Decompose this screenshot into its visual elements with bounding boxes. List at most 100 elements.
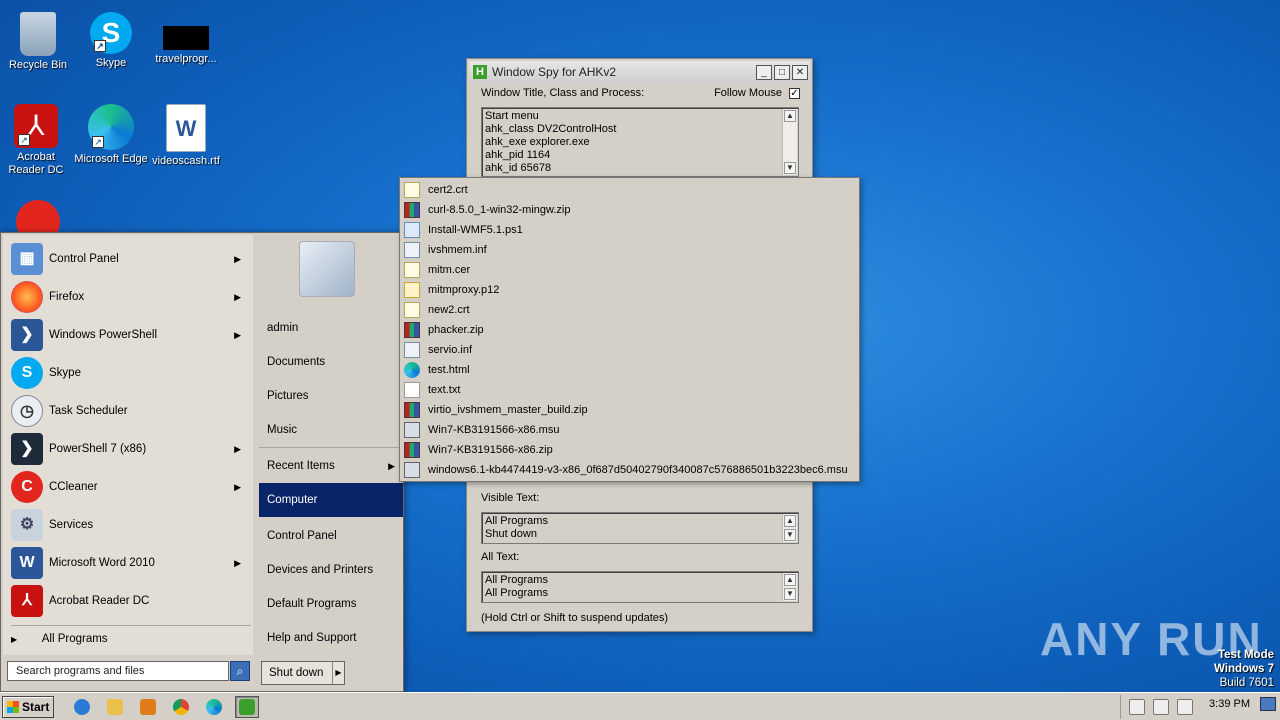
recent-item[interactable]: servio.inf xyxy=(400,340,859,360)
program-control-panel[interactable]: ▦ Control Panel ▶ xyxy=(11,241,249,277)
taskbar-media-player[interactable] xyxy=(136,696,160,718)
program-label: Skype xyxy=(49,367,81,379)
user-picture[interactable] xyxy=(299,241,355,297)
program-acrobat-reader[interactable]: ⅄ Acrobat Reader DC xyxy=(11,583,249,619)
recent-item[interactable]: mitm.cer xyxy=(400,260,859,280)
recent-item[interactable]: windows6.1-kb4474419-v3-x86_0f687d504027… xyxy=(400,460,859,480)
recent-item-name: Win7-KB3191566-x86.msu xyxy=(428,424,560,436)
place-user-folder[interactable]: admin xyxy=(259,313,403,343)
follow-mouse-checkbox[interactable]: ✓ xyxy=(789,87,800,99)
follow-mouse-option[interactable]: Follow Mouse ✓ xyxy=(714,87,800,99)
search-icon[interactable]: ⌕ xyxy=(230,661,250,681)
action-center-flag-icon[interactable] xyxy=(1177,699,1193,715)
place-label: Help and Support xyxy=(267,632,357,644)
search-input[interactable]: Search programs and files xyxy=(7,661,229,681)
window-title-bar[interactable]: H Window Spy for AHKv2 _ □ ✕ xyxy=(469,61,810,83)
clock-icon: ◷ xyxy=(11,395,43,427)
recent-item-name: ivshmem.inf xyxy=(428,244,487,256)
recent-item[interactable]: Install-WMF5.1.ps1 xyxy=(400,220,859,240)
scrollbar[interactable]: ▲ ▼ xyxy=(782,109,797,175)
system-tray xyxy=(1120,695,1280,719)
place-recent-items[interactable]: Recent Items ▶ xyxy=(259,451,403,481)
recent-item[interactable]: Win7-KB3191566-x86.msu xyxy=(400,420,859,440)
desktop-icon-label: Recycle Bin xyxy=(8,59,68,71)
program-services[interactable]: ⚙ Services xyxy=(11,507,249,543)
place-control-panel[interactable]: Control Panel xyxy=(259,521,403,551)
clock[interactable]: 3:39 PM xyxy=(1209,698,1250,710)
all-programs-button[interactable]: ▶ All Programs xyxy=(11,633,108,645)
desktop-icon-videoscash[interactable]: W videoscash.rtf xyxy=(148,104,224,168)
ahk-app-icon: H xyxy=(473,65,487,79)
zip-archive-icon xyxy=(404,202,420,218)
place-label: Recent Items xyxy=(267,460,335,472)
place-label: admin xyxy=(267,322,299,334)
place-help-support[interactable]: Help and Support xyxy=(259,623,403,653)
place-documents[interactable]: Documents xyxy=(259,347,403,377)
shortcut-arrow-icon: ↗ xyxy=(18,134,30,146)
visible-text-box[interactable]: All Programs Shut down ▲ ▼ xyxy=(481,512,799,544)
recent-item[interactable]: text.txt xyxy=(400,380,859,400)
taskbar-internet-explorer[interactable] xyxy=(70,696,94,718)
program-windows-powershell[interactable]: ❯ Windows PowerShell ▶ xyxy=(11,317,249,353)
gear-icon: ⚙ xyxy=(11,509,43,541)
recent-item[interactable]: ivshmem.inf xyxy=(400,240,859,260)
recent-item[interactable]: mitmproxy.p12 xyxy=(400,280,859,300)
desktop-icon-acrobat[interactable]: ⅄ ↗ Acrobat Reader DC xyxy=(0,104,74,177)
scroll-up-icon[interactable]: ▲ xyxy=(784,574,796,586)
taskbar-chrome[interactable] xyxy=(169,696,193,718)
desktop-icon-label: Skype xyxy=(95,57,127,69)
powershell-script-icon xyxy=(404,222,420,238)
window-info-box[interactable]: Start menu ahk_class DV2ControlHost ahk_… xyxy=(481,107,799,177)
program-firefox[interactable]: Firefox ▶ xyxy=(11,279,249,315)
show-desktop-icon[interactable] xyxy=(1260,697,1276,711)
recent-item[interactable]: phacker.zip xyxy=(400,320,859,340)
program-word-2010[interactable]: W Microsoft Word 2010 ▶ xyxy=(11,545,249,581)
shutdown-options-arrow-icon[interactable]: ▶ xyxy=(332,662,344,684)
scrollbar[interactable]: ▲ ▼ xyxy=(782,573,797,601)
recent-item[interactable]: test.html xyxy=(400,360,859,380)
recent-item-name: mitmproxy.p12 xyxy=(428,284,500,296)
desktop-icon-travelprogr[interactable]: travelprogr... xyxy=(148,8,224,66)
scroll-up-icon[interactable]: ▲ xyxy=(784,110,796,122)
edge-html-file-icon xyxy=(404,362,420,378)
taskbar-explorer[interactable] xyxy=(103,696,127,718)
place-devices-printers[interactable]: Devices and Printers xyxy=(259,555,403,585)
network-icon[interactable] xyxy=(1153,699,1169,715)
recent-item[interactable]: Win7-KB3191566-x86.zip xyxy=(400,440,859,460)
separator xyxy=(11,625,251,626)
program-skype[interactable]: S Skype xyxy=(11,355,249,391)
program-powershell-7[interactable]: ❯ PowerShell 7 (x86) ▶ xyxy=(11,431,249,467)
place-music[interactable]: Music xyxy=(259,415,403,445)
powershell-icon: ❯ xyxy=(11,319,43,351)
volume-icon[interactable] xyxy=(1129,699,1145,715)
all-text-box[interactable]: All Programs All Programs ▲ ▼ xyxy=(481,571,799,603)
recent-item[interactable]: virtio_ivshmem_master_build.zip xyxy=(400,400,859,420)
recent-item[interactable]: curl-8.5.0_1-win32-mingw.zip xyxy=(400,200,859,220)
desktop-icon-skype[interactable]: S ↗ Skype xyxy=(73,8,149,70)
recent-item[interactable]: cert2.crt xyxy=(400,180,859,200)
minimize-button[interactable]: _ xyxy=(756,64,772,80)
recent-item[interactable]: new2.crt xyxy=(400,300,859,320)
place-pictures[interactable]: Pictures xyxy=(259,381,403,411)
scroll-down-icon[interactable]: ▼ xyxy=(784,529,796,541)
section-title: Window Title, Class and Process: xyxy=(481,87,645,99)
scroll-down-icon[interactable]: ▼ xyxy=(784,588,796,600)
close-button[interactable]: ✕ xyxy=(792,64,808,80)
program-task-scheduler[interactable]: ◷ Task Scheduler xyxy=(11,393,249,429)
skype-icon: S ↗ xyxy=(90,12,132,54)
shutdown-button[interactable]: Shut down ▶ xyxy=(261,661,345,685)
desktop-icon-recycle-bin[interactable]: Recycle Bin xyxy=(0,8,76,72)
place-default-programs[interactable]: Default Programs xyxy=(259,589,403,619)
program-label: Services xyxy=(49,519,94,531)
scroll-down-icon[interactable]: ▼ xyxy=(784,162,796,174)
recent-item-name: virtio_ivshmem_master_build.zip xyxy=(428,404,588,416)
scroll-up-icon[interactable]: ▲ xyxy=(784,515,796,527)
desktop-icon-edge[interactable]: ↗ Microsoft Edge xyxy=(73,104,149,166)
start-button[interactable]: Start xyxy=(2,695,54,718)
program-ccleaner[interactable]: C CCleaner ▶ xyxy=(11,469,249,505)
scrollbar[interactable]: ▲ ▼ xyxy=(782,514,797,542)
taskbar-window-spy[interactable] xyxy=(235,695,259,718)
maximize-button[interactable]: □ xyxy=(774,64,790,80)
taskbar-edge[interactable] xyxy=(202,696,226,718)
place-computer[interactable]: Computer xyxy=(259,483,403,517)
